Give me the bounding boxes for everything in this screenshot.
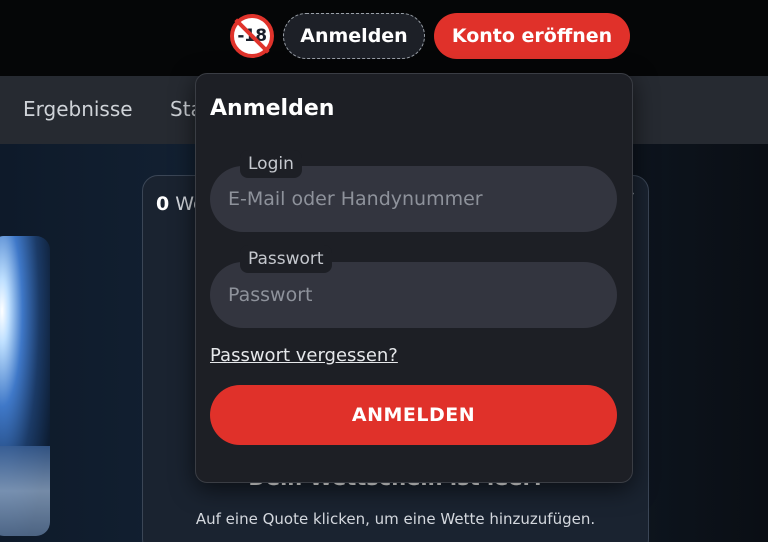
register-button[interactable]: Konto eröffnen [434, 13, 630, 59]
forgot-password-link[interactable]: Passwort vergessen? [210, 345, 398, 366]
login-field-label: Login [240, 150, 302, 178]
betslip-empty-subtitle: Auf eine Quote klicken, um eine Wette hi… [195, 510, 596, 528]
nav-item-results[interactable]: Ergebnisse [23, 97, 133, 121]
login-panel-title: Anmelden [210, 96, 335, 121]
hero-image[interactable] [0, 236, 50, 536]
login-submit-button[interactable]: ANMELDEN [210, 385, 617, 445]
age-badge-label: -18 [237, 26, 267, 46]
betslip-count: 0 [156, 193, 170, 215]
login-button[interactable]: Anmelden [283, 13, 425, 59]
age-restriction-icon: -18 [230, 14, 274, 58]
password-field-label: Passwort [240, 245, 332, 273]
